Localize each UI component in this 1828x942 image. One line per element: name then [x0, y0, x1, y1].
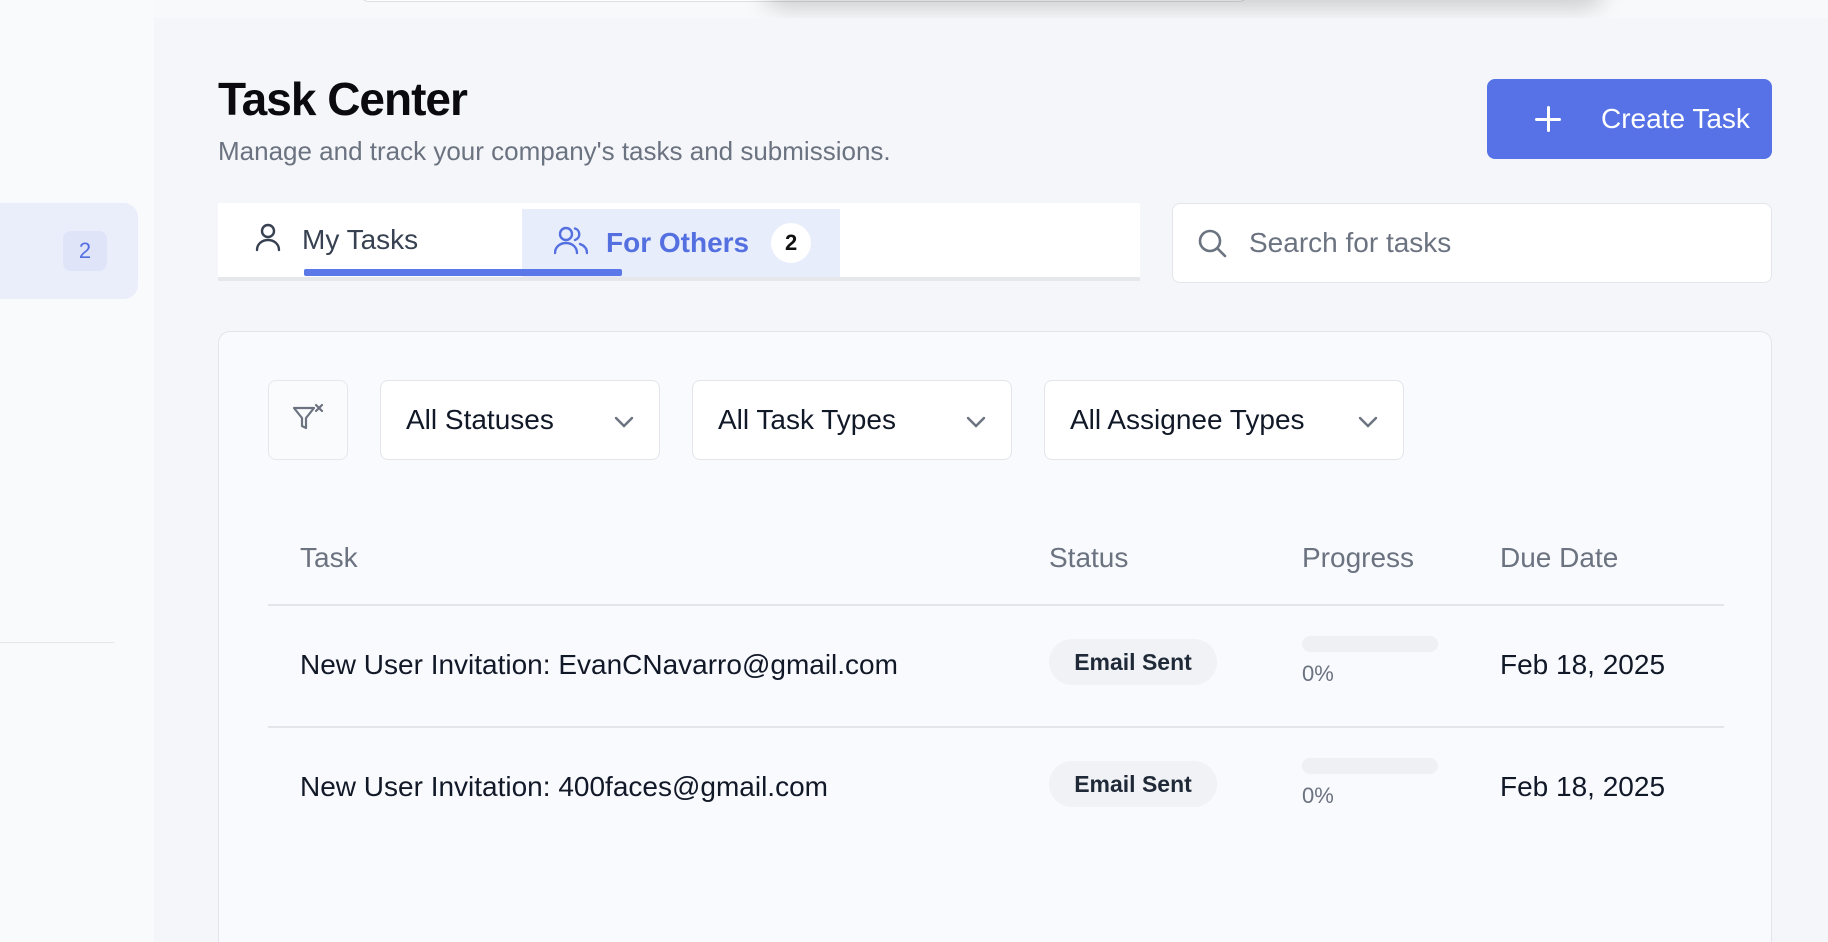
table-row[interactable]: New User Invitation: 400faces@gmail.com …	[268, 727, 1724, 847]
due-date: Feb 18, 2025	[1500, 771, 1666, 802]
tab-my-tasks[interactable]: My Tasks	[218, 203, 522, 277]
top-bar-field	[359, 0, 1249, 2]
status-badge: Email Sent	[1049, 639, 1217, 685]
page-subtitle: Manage and track your company's tasks an…	[218, 136, 891, 166]
tab-for-others[interactable]: For Others 2	[522, 209, 840, 277]
task-name: New User Invitation: 400faces@gmail.com	[300, 771, 828, 802]
user-icon	[254, 222, 282, 259]
task-name: New User Invitation: EvanCNavarro@gmail.…	[300, 649, 898, 680]
progress-percent: 0%	[1302, 783, 1334, 808]
due-date: Feb 18, 2025	[1500, 649, 1666, 680]
chevron-down-icon	[1357, 404, 1379, 436]
tab-count-badge: 2	[771, 223, 812, 263]
page-title: Task Center	[218, 73, 468, 125]
tab-label: For Others	[606, 227, 750, 258]
task-type-filter-dropdown[interactable]: All Task Types	[692, 380, 1012, 460]
filter-clear-icon	[291, 401, 325, 440]
status-badge: Email Sent	[1049, 761, 1217, 807]
create-task-label: Create Task	[1601, 103, 1750, 134]
sidebar: 2	[0, 0, 154, 942]
plus-icon	[1535, 106, 1561, 132]
column-header-due-date[interactable]: Due Date	[1500, 542, 1618, 574]
chevron-down-icon	[965, 404, 987, 436]
sidebar-item-badge: 2	[63, 231, 107, 271]
tasks-panel: All Statuses All Task Types All Assignee…	[218, 331, 1772, 942]
progress-bar	[1302, 636, 1438, 652]
users-icon	[553, 225, 589, 262]
tab-label: My Tasks	[302, 224, 419, 255]
search-icon	[1197, 228, 1227, 258]
top-bar	[154, 0, 1828, 18]
table-row[interactable]: New User Invitation: EvanCNavarro@gmail.…	[268, 605, 1724, 725]
search-input[interactable]	[1249, 227, 1729, 259]
sidebar-divider	[0, 642, 114, 643]
column-header-progress[interactable]: Progress	[1302, 542, 1414, 574]
active-tab-indicator	[304, 269, 622, 276]
assignee-type-filter-value: All Assignee Types	[1070, 404, 1305, 435]
status-filter-dropdown[interactable]: All Statuses	[380, 380, 660, 460]
progress-percent: 0%	[1302, 661, 1334, 686]
column-header-status[interactable]: Status	[1049, 542, 1128, 574]
task-type-filter-value: All Task Types	[718, 404, 896, 435]
status-filter-value: All Statuses	[406, 404, 554, 435]
clear-filters-button[interactable]	[268, 380, 348, 460]
chevron-down-icon	[613, 404, 635, 436]
assignee-type-filter-dropdown[interactable]: All Assignee Types	[1044, 380, 1404, 460]
create-task-button[interactable]: Create Task	[1487, 79, 1772, 159]
progress-bar	[1302, 758, 1438, 774]
column-header-task[interactable]: Task	[300, 542, 358, 574]
search-box[interactable]	[1172, 203, 1772, 283]
